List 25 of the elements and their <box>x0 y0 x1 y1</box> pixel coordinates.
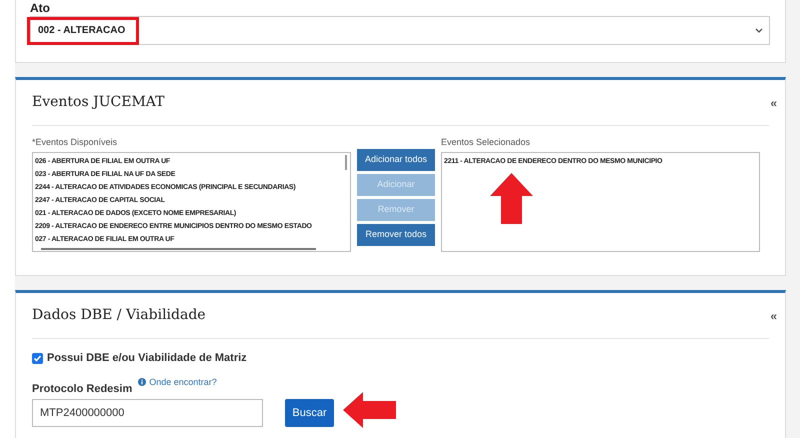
checkbox-label: Possui DBE e/ou Viabilidade de Matriz <box>47 351 247 366</box>
available-listbox[interactable] <box>32 152 351 252</box>
info-icon <box>138 378 146 386</box>
field-label: Ato <box>30 1 51 15</box>
list-label: *Eventos Disponíveis <box>32 136 118 149</box>
chevron-down-icon <box>755 28 763 33</box>
transfer-button[interactable]: Adicionar todos <box>357 149 435 171</box>
collapse-toggle[interactable]: « <box>770 94 777 112</box>
panel-title: Eventos JUCEMAT <box>32 93 164 112</box>
arrow-up-icon <box>490 173 533 224</box>
protocol-input[interactable]: MTP2400000000 <box>32 399 263 427</box>
search-button[interactable]: Buscar <box>285 399 334 427</box>
ato-select[interactable]: 002 - ALTERACAO <box>30 16 770 45</box>
arrow-left-icon <box>343 392 396 428</box>
panel-title: Dados DBE / Viabilidade <box>32 306 206 325</box>
input-value: MTP2400000000 <box>40 406 124 421</box>
scrollbar[interactable] <box>345 155 347 170</box>
list-label: Eventos Selecionados <box>441 136 532 149</box>
transfer-button[interactable]: Remover todos <box>357 224 435 246</box>
checkbox[interactable] <box>32 352 43 364</box>
help-link[interactable]: Onde encontrar? <box>149 376 217 389</box>
collapse-toggle[interactable]: « <box>770 306 777 324</box>
field-label: Protocolo Redesim <box>32 382 132 396</box>
scrollbar[interactable] <box>41 248 316 250</box>
select-value: 002 - ALTERACAO <box>38 24 126 38</box>
